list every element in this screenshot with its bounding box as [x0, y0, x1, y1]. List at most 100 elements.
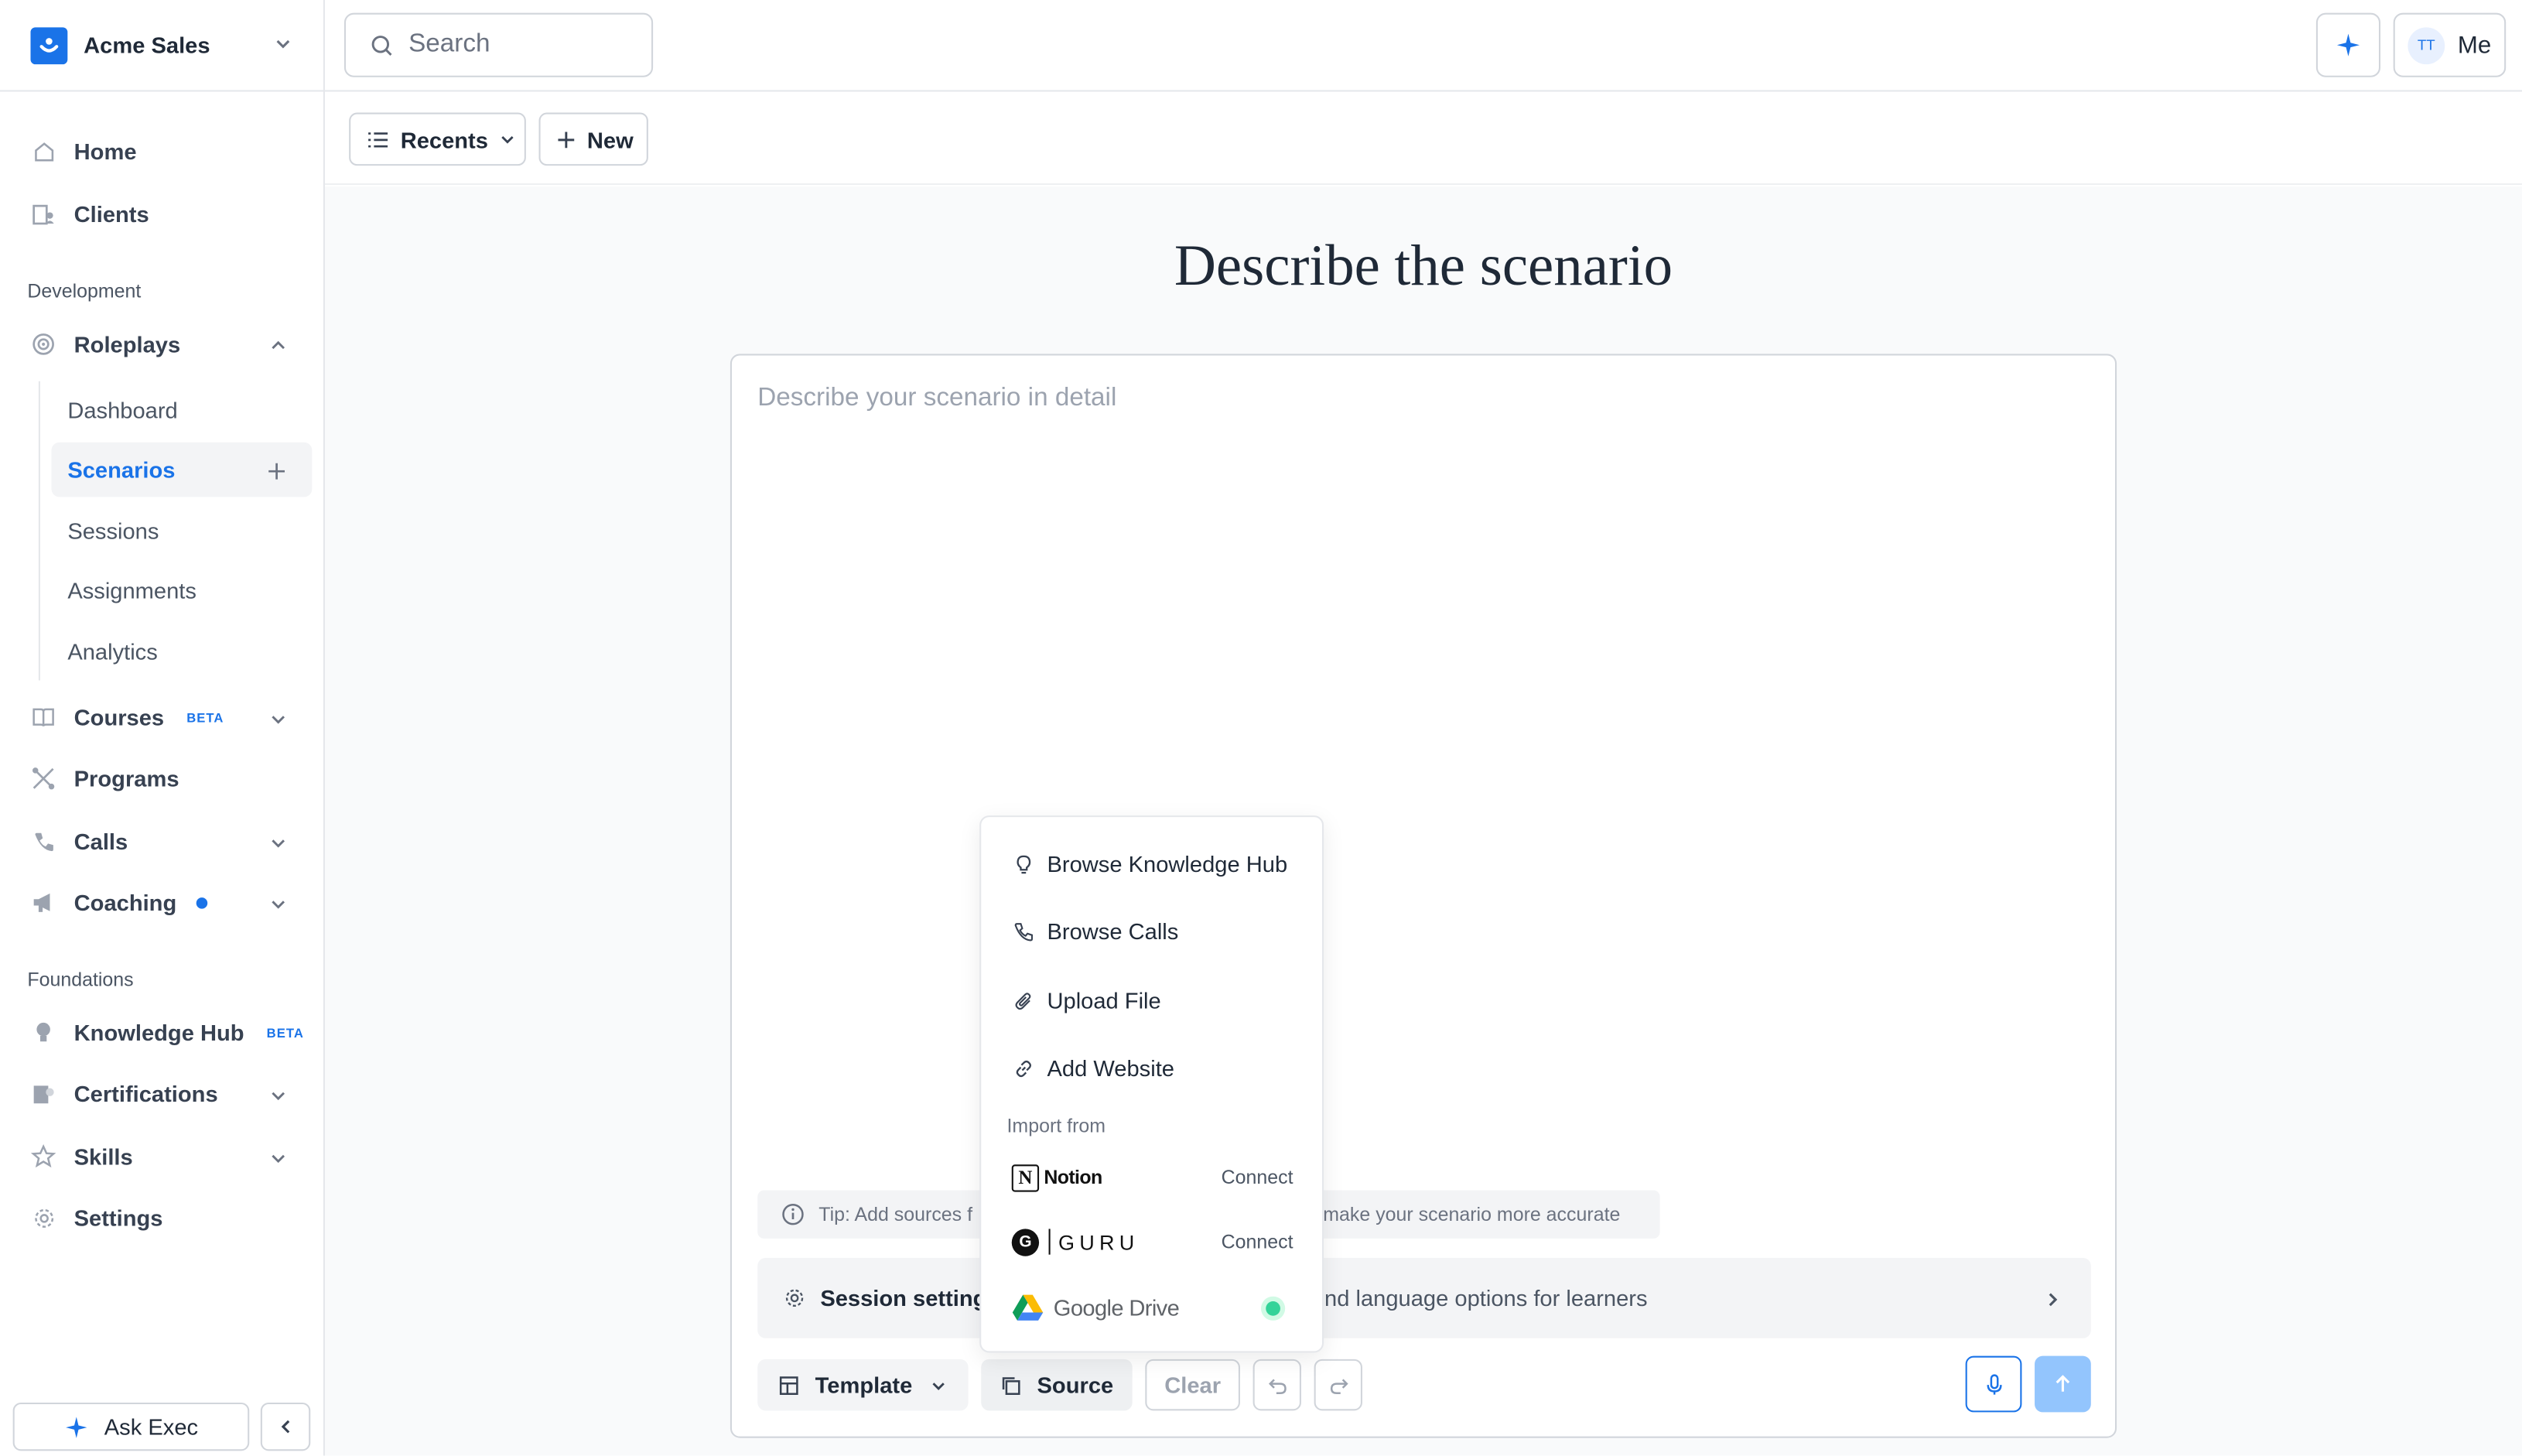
- template-icon: [778, 1375, 799, 1396]
- nav-skills-label: Skills: [73, 1143, 133, 1170]
- chevron-down-icon: [930, 1376, 948, 1394]
- target-icon: [31, 331, 56, 357]
- arrow-up-icon: [2052, 1374, 2073, 1395]
- new-button[interactable]: New: [538, 112, 648, 166]
- book-icon: [31, 705, 56, 730]
- notion-logo-icon: N: [1011, 1164, 1040, 1191]
- nav-programs[interactable]: Programs: [13, 753, 313, 805]
- app-window: Acme Sales Home Clients Development Role…: [0, 0, 2522, 1456]
- copy-icon: [1000, 1375, 1021, 1396]
- collapse-sidebar-button[interactable]: [260, 1402, 311, 1451]
- nav-calls[interactable]: Calls: [13, 815, 313, 867]
- notion-connect-link[interactable]: Connect: [1222, 1166, 1293, 1188]
- menu-add-website[interactable]: Add Website: [994, 1039, 1313, 1097]
- home-icon: [31, 138, 56, 164]
- nav-courses[interactable]: Courses BETA: [13, 692, 313, 743]
- connected-status-dot: [1266, 1300, 1280, 1315]
- menu-browse-calls[interactable]: Browse Calls: [994, 902, 1313, 960]
- microphone-icon: [1982, 1372, 2004, 1395]
- send-button[interactable]: [2035, 1355, 2091, 1413]
- nav-knowledge-hub[interactable]: Knowledge Hub BETA: [13, 1007, 313, 1059]
- lightbulb-icon: [31, 1020, 56, 1045]
- google-drive-icon: [1012, 1294, 1044, 1322]
- nav-coaching[interactable]: Coaching: [13, 877, 313, 928]
- beta-badge: BETA: [266, 1025, 304, 1041]
- link-icon: [1012, 1057, 1034, 1079]
- nav-skills[interactable]: Skills: [13, 1131, 313, 1183]
- ask-exec-label: Ask Exec: [104, 1413, 199, 1440]
- subnav-dashboard[interactable]: Dashboard: [52, 383, 313, 438]
- org-logo: [30, 26, 68, 64]
- beta-badge: BETA: [186, 709, 224, 725]
- search-input[interactable]: Search: [343, 12, 654, 77]
- phone-icon: [1012, 920, 1034, 942]
- menu-item-label: Upload File: [1047, 987, 1161, 1013]
- info-icon: [781, 1203, 804, 1225]
- page-title: Describe the scenario: [1174, 233, 1673, 298]
- me-label: Me: [2457, 31, 2492, 59]
- tip-text-tail: make your scenario more accurate: [1323, 1203, 1621, 1226]
- undo-button[interactable]: [1252, 1359, 1301, 1411]
- nav-settings-label: Settings: [73, 1205, 163, 1231]
- paperclip-icon: [1012, 989, 1034, 1012]
- lightbulb-icon: [1012, 853, 1034, 875]
- search-placeholder: Search: [408, 30, 490, 58]
- import-google-drive[interactable]: Google Drive: [994, 1282, 1313, 1334]
- plus-icon: [556, 129, 576, 149]
- subnav-rail: [38, 381, 40, 681]
- ai-assistant-button[interactable]: [2315, 12, 2381, 77]
- menu-item-label: Browse Knowledge Hub: [1047, 850, 1288, 877]
- star-icon: [30, 1143, 56, 1169]
- import-from-label: Import from: [1006, 1114, 1106, 1137]
- chevron-down-icon: [268, 1147, 288, 1172]
- org-switcher[interactable]: Acme Sales: [0, 0, 325, 92]
- menu-upload-file[interactable]: Upload File: [994, 972, 1313, 1030]
- notion-name: Notion: [1044, 1166, 1102, 1189]
- subnav-assignments[interactable]: Assignments: [52, 563, 313, 618]
- guru-logo-icon: G: [1011, 1228, 1040, 1256]
- import-notion[interactable]: N Notion Connect: [994, 1152, 1313, 1204]
- redo-button[interactable]: [1314, 1359, 1362, 1411]
- undo-icon: [1266, 1375, 1287, 1396]
- nav-home-label: Home: [73, 138, 137, 165]
- source-button[interactable]: Source: [981, 1359, 1133, 1411]
- nav-certifications[interactable]: Certifications: [13, 1068, 313, 1120]
- session-settings-bar[interactable]: Session setting nd language options for …: [757, 1257, 2091, 1338]
- nav-roleplays-label: Roleplays: [73, 331, 181, 357]
- import-guru[interactable]: G GURU Connect: [994, 1216, 1313, 1268]
- chevron-left-icon: [276, 1417, 296, 1437]
- source-dropdown-menu: Browse Knowledge Hub Browse Calls Upload…: [979, 815, 1324, 1353]
- subnav-analytics[interactable]: Analytics: [52, 624, 313, 679]
- ask-exec-button[interactable]: Ask Exec: [12, 1402, 250, 1451]
- nav-home[interactable]: Home: [13, 125, 313, 177]
- nav-clients-label: Clients: [73, 200, 149, 227]
- scenario-editor[interactable]: Describe your scenario in detail Tip: Ad…: [730, 354, 2117, 1438]
- user-menu-button[interactable]: TT Me: [2393, 12, 2507, 77]
- nav-settings[interactable]: Settings: [13, 1192, 313, 1244]
- guru-connect-link[interactable]: Connect: [1222, 1230, 1293, 1253]
- notification-dot: [196, 897, 207, 908]
- subnav-scenarios[interactable]: Scenarios: [51, 442, 313, 497]
- subnav-scenarios-label: Scenarios: [67, 456, 176, 483]
- recents-button[interactable]: Recents: [349, 112, 526, 166]
- add-scenario-icon[interactable]: [267, 460, 286, 486]
- session-settings-desc: nd language options for learners: [1324, 1285, 1648, 1311]
- search-icon: [370, 33, 394, 57]
- clear-button[interactable]: Clear: [1145, 1359, 1240, 1411]
- new-label: New: [586, 126, 634, 152]
- template-button[interactable]: Template: [757, 1359, 969, 1411]
- sparkle-icon: [64, 1415, 88, 1439]
- session-settings-title: Session setting: [820, 1285, 987, 1311]
- recents-label: Recents: [400, 126, 488, 152]
- microphone-button[interactable]: [1965, 1355, 2022, 1413]
- subnav-sessions[interactable]: Sessions: [52, 504, 313, 559]
- list-icon: [367, 128, 389, 150]
- nav-coaching-label: Coaching: [73, 889, 177, 915]
- org-name: Acme Sales: [84, 32, 210, 58]
- template-label: Template: [815, 1372, 913, 1398]
- clients-icon: [31, 201, 56, 227]
- nav-roleplays[interactable]: Roleplays: [13, 319, 313, 371]
- chevron-down-icon: [268, 832, 288, 857]
- menu-browse-knowledge-hub[interactable]: Browse Knowledge Hub: [994, 835, 1313, 893]
- chevron-down-icon: [268, 893, 288, 918]
